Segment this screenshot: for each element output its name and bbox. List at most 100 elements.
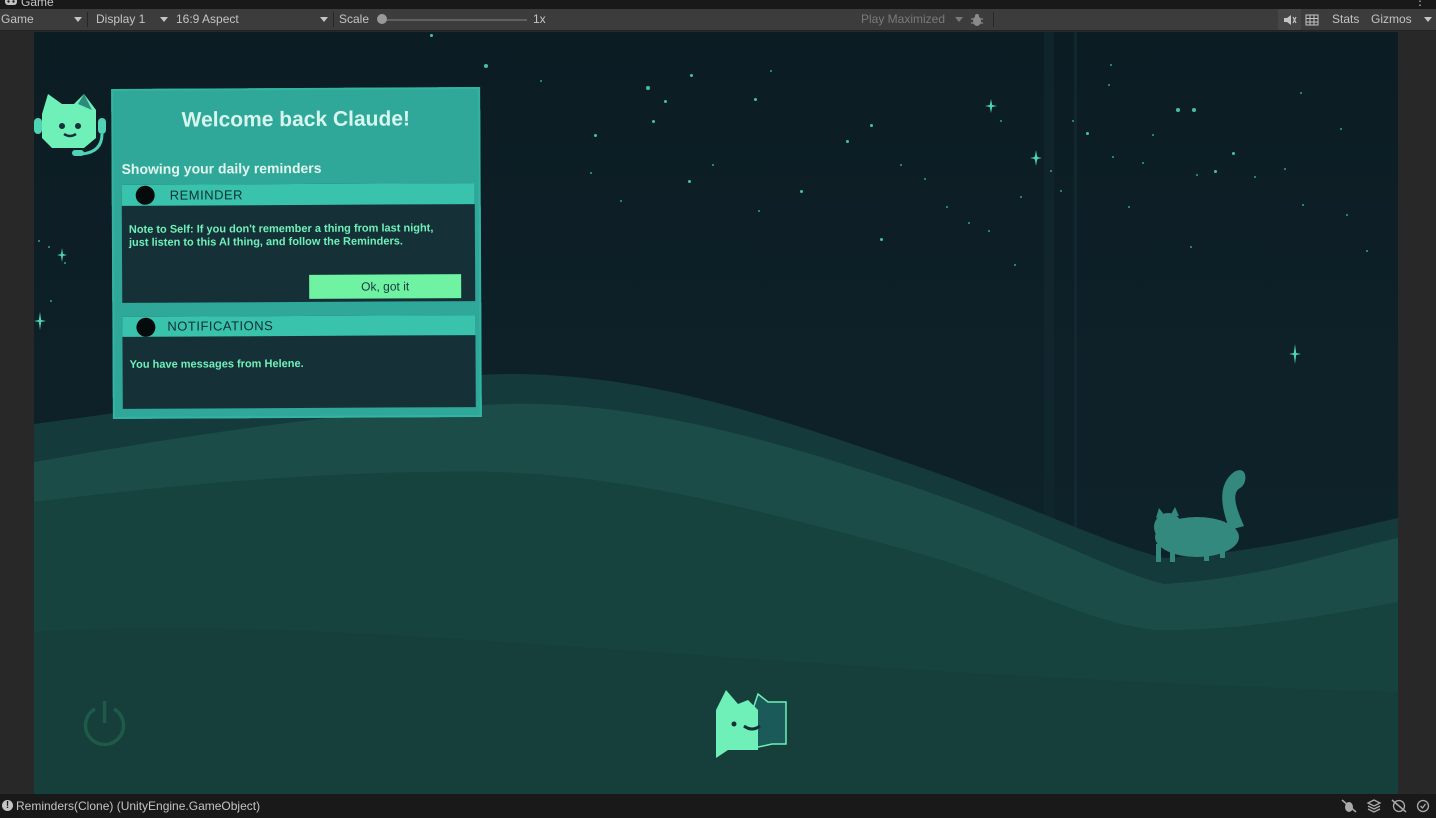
sparkle-icon [34,312,46,330]
star [664,100,667,103]
star [1196,174,1198,176]
star [946,206,948,208]
reminders-panel: Welcome back Claude! Showing your daily … [111,87,482,419]
status-message[interactable]: Reminders(Clone) (UnityEngine.GameObject… [16,794,260,818]
star [1112,156,1114,158]
reminders-subtitle: Showing your daily reminders [121,159,322,177]
star [1050,170,1052,172]
star [652,120,655,123]
scale-slider[interactable] [382,19,527,21]
star [1346,214,1348,216]
mute-audio-button[interactable] [1278,9,1301,30]
game-tab[interactable]: Game [0,0,60,9]
star [1284,168,1286,170]
more-options-icon[interactable]: ⋮ [1414,0,1426,7]
grid-icon[interactable] [1305,9,1325,30]
star [1000,120,1002,122]
game-view-toolbar: Game Display 1 16:9 Aspect Scale 1x Play… [0,9,1436,31]
scale-slider-handle[interactable] [377,14,387,24]
star [1302,204,1304,206]
display-dropdown[interactable]: Display 1 [90,9,172,30]
game-viewport[interactable]: Welcome back Claude! Showing your daily … [34,32,1398,794]
star [1020,196,1022,198]
star [1300,92,1302,94]
notification-dot-icon [136,317,156,337]
star [870,124,873,127]
sparkle-icon [57,248,67,262]
debug-bug-icon[interactable] [970,9,990,30]
headset-cat-mascot-icon[interactable] [34,92,110,162]
sparkle-icon [1289,344,1301,364]
game-mode-dropdown[interactable]: Game [0,9,86,30]
star [1366,250,1368,252]
reminder-text: Note to Self: If you don't remember a th… [128,222,434,249]
scale-value: 1x [533,12,546,26]
reminder-card-header: REMINDER [121,183,475,206]
play-mode-dropdown[interactable]: Play Maximized [857,9,967,30]
star [800,190,803,193]
check-circle-icon[interactable] [1416,799,1430,813]
star [1072,120,1074,122]
notifications-card-header: NOTIFICATIONS [122,315,476,337]
star [1340,128,1342,130]
star [690,74,693,77]
network-off-icon[interactable] [1391,799,1407,813]
star [594,134,597,137]
gamepad-icon [4,0,18,9]
star [646,86,650,90]
gizmos-label: Gizmos [1371,12,1412,26]
star [880,238,883,241]
star [1142,162,1144,164]
sparkle-icon [985,99,997,113]
star [758,210,760,212]
star [50,300,52,302]
star [1254,176,1256,178]
bug-crossed-icon[interactable] [1341,799,1357,813]
star [1060,190,1062,192]
star [770,70,772,72]
game-mode-label: Game [1,12,34,26]
star [1214,170,1217,173]
welcome-title: Welcome back Claude! [181,107,411,132]
cat-silhouette [1154,470,1246,562]
star [1176,108,1180,112]
status-icons [1341,794,1430,818]
ok-got-it-button[interactable]: Ok, got it [309,274,462,299]
star [1014,264,1016,266]
star [430,34,433,37]
notifications-header-label: NOTIFICATIONS [167,318,274,334]
reminder-dot-icon [135,185,155,205]
sparkle-icon [1030,150,1042,166]
star [988,230,990,232]
star [968,222,970,224]
scale-label: Scale [339,12,370,26]
star [1190,246,1192,248]
star [38,240,40,242]
play-mode-label: Play Maximized [861,12,946,26]
star [1128,206,1130,208]
star [924,178,926,180]
star [1108,84,1110,86]
display-label: Display 1 [96,12,146,26]
cat-mascot-icon[interactable] [714,688,790,760]
aspect-dropdown[interactable]: 16:9 Aspect [172,9,332,30]
stats-button[interactable]: Stats [1332,9,1359,30]
star [590,172,592,174]
notification-text: You have messages from Helene. [129,357,304,371]
star [48,246,50,248]
star [1086,132,1089,135]
toolbar-divider [87,12,88,27]
game-tab-label: Game [21,0,54,9]
star [846,140,849,143]
status-bar: ! Reminders(Clone) (UnityEngine.GameObje… [0,794,1436,818]
star [540,80,542,82]
star [1232,152,1235,155]
aspect-label: 16:9 Aspect [176,12,239,26]
layers-icon[interactable] [1366,799,1382,813]
gizmos-dropdown[interactable]: Gizmos [1368,9,1436,30]
star [1110,64,1112,66]
star [484,64,488,68]
reminder-card: REMINDER Note to Self: If you don't reme… [121,183,476,303]
reminder-header-label: REMINDER [169,187,244,203]
star [754,98,757,101]
